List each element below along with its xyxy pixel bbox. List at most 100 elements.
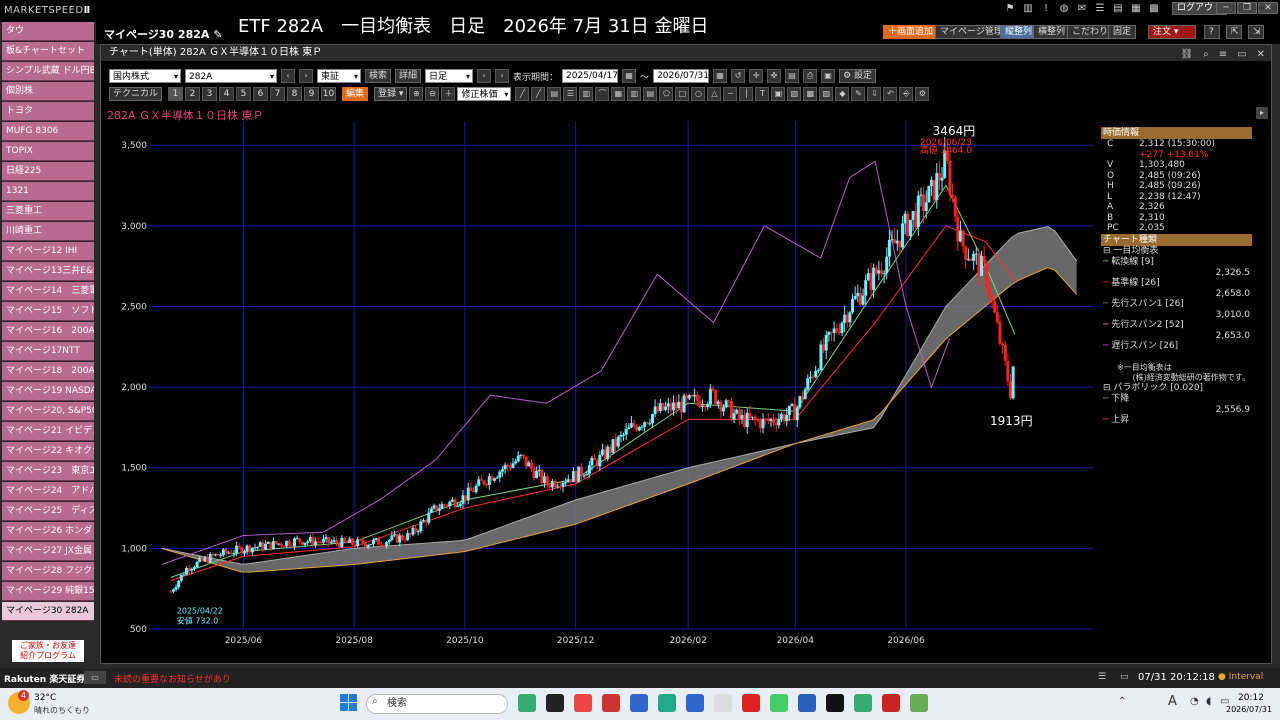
statusbar-toggle-icon[interactable]: ▭ xyxy=(84,671,106,684)
draw-tool-icon[interactable]: ─ xyxy=(723,87,738,101)
globe-icon[interactable]: ◍ xyxy=(1058,3,1070,15)
list-status-icon[interactable]: ☰ xyxy=(1098,672,1106,682)
taskbar-app-icon[interactable] xyxy=(910,694,928,712)
sidebar-item[interactable]: TOPIX xyxy=(2,142,94,161)
tray-chevron-icon[interactable]: ⌃ xyxy=(1118,696,1126,707)
calendar-icon[interactable]: ▦ xyxy=(622,69,637,83)
sidebar-item[interactable]: マイページ26 ホンダ xyxy=(2,522,94,541)
pin-icon[interactable]: ⚑ xyxy=(1004,3,1016,15)
draw-tool-icon[interactable]: T xyxy=(755,87,770,101)
draw-tool-icon[interactable]: ▤ xyxy=(643,87,658,101)
sidebar-item[interactable]: 板&チャートセット xyxy=(2,42,94,61)
grid-icon[interactable]: ▩ xyxy=(1148,3,1160,15)
taskbar-app-icon[interactable] xyxy=(630,694,648,712)
zoom-out-icon[interactable]: ⊖ xyxy=(425,87,440,101)
taskbar-app-icon[interactable] xyxy=(518,694,536,712)
draw-tool-icon[interactable]: ✎ xyxy=(851,87,866,101)
edit-button[interactable]: 編集 xyxy=(342,87,369,101)
collapse-panel-icon[interactable]: ▸ xyxy=(1256,107,1268,119)
parabolic-toggle[interactable]: ⊟ パラボリック [0.020] xyxy=(1101,383,1252,394)
ichimoku-chart[interactable]: 500 1,000 1,500 2,000 2,500 3,000 3,500 2025/06… xyxy=(101,121,1101,661)
order-button[interactable]: 注文 ▾ xyxy=(1148,25,1196,39)
technical-number-button[interactable]: 5 xyxy=(236,87,252,101)
draw-tool-icon[interactable]: ↶ xyxy=(883,87,898,101)
sidebar-item[interactable]: マイページ13三井E&S xyxy=(2,262,94,281)
sidebar-item[interactable]: 川崎重工 xyxy=(2,222,94,241)
technical-number-button[interactable]: 3 xyxy=(202,87,218,101)
crosshair2-icon[interactable]: ✜ xyxy=(767,69,782,83)
close-button[interactable]: ✕ xyxy=(1258,2,1278,14)
sidebar-item[interactable]: タウ xyxy=(2,22,94,41)
settings-button[interactable]: ⚙ 設定 xyxy=(839,69,877,83)
sidebar-item[interactable]: トヨタ xyxy=(2,102,94,121)
restore-button[interactable]: ❐ xyxy=(1237,2,1257,14)
draw-tool-icon[interactable]: ╱ xyxy=(531,87,546,101)
plus-icon[interactable]: ＋ xyxy=(441,87,456,101)
menu-icon[interactable]: ≡ xyxy=(1219,47,1227,63)
sidebar-item[interactable]: マイページ29 純銀15 xyxy=(2,582,94,601)
vertical-align-button[interactable]: 縦整列 xyxy=(1000,25,1038,39)
taskbar-app-icon[interactable] xyxy=(742,694,760,712)
sidebar-item[interactable]: マイページ28 フジクラ xyxy=(2,562,94,581)
windows-start-icon[interactable] xyxy=(340,694,358,712)
kodawari-button[interactable]: こだわり xyxy=(1067,25,1114,39)
register-button[interactable]: 登録 ▾ xyxy=(374,87,408,101)
mail-icon[interactable]: ✉ xyxy=(1076,3,1088,15)
start-date-input[interactable]: 2025/04/17 xyxy=(562,69,619,83)
popout-icon[interactable]: ⇱ xyxy=(1226,25,1242,39)
calendar2-icon[interactable]: ▦ xyxy=(713,69,728,83)
notice-link[interactable]: 未読の重要なお知らせがあり xyxy=(114,672,231,685)
window-status-icon[interactable]: ▭ xyxy=(1120,672,1129,682)
sidebar-item[interactable]: シンプル武蔵 ドル円Bid xyxy=(2,62,94,81)
sidebar-item[interactable]: マイページ14 三菱電 xyxy=(2,282,94,301)
draw-tool-icon[interactable]: ⌒ xyxy=(595,87,610,101)
prev-period-icon[interactable]: ‹ xyxy=(477,69,492,83)
chart-icon[interactable]: ▤ xyxy=(1112,3,1124,15)
draw-tool-icon[interactable]: △ xyxy=(707,87,722,101)
promo-banner[interactable]: ご家族・お友達 紹介プログラム xyxy=(12,640,84,662)
taskbar-app-icon[interactable] xyxy=(714,694,732,712)
sidebar-item[interactable]: マイページ23 東京エレ xyxy=(2,462,94,481)
taskbar-app-icon[interactable] xyxy=(602,694,620,712)
search-button[interactable]: 検索 xyxy=(365,69,392,83)
sidebar-item[interactable]: マイページ20, S&P50 xyxy=(2,402,94,421)
sidebar-item[interactable]: マイページ27 JX金属 xyxy=(2,542,94,561)
close-icon[interactable]: ✕ xyxy=(1257,47,1265,63)
sidebar-item[interactable]: MUFG 8306 xyxy=(2,122,94,141)
draw-tool-icon[interactable]: ▦ xyxy=(611,87,626,101)
draw-tool-icon[interactable]: ▥ xyxy=(627,87,642,101)
sidebar-item[interactable]: マイページ30 282A xyxy=(2,602,94,621)
draw-tool-icon[interactable]: ▣ xyxy=(771,87,786,101)
alert-icon[interactable]: ! xyxy=(1040,3,1052,15)
layout-icon[interactable]: ▥ xyxy=(1022,3,1034,15)
sidebar-item[interactable]: マイページ19 NASDA xyxy=(2,382,94,401)
indicator-row[interactable]: ─ 先行スパン2 [52] xyxy=(1101,320,1252,331)
indicator-row[interactable]: ─ 転換線 [9] xyxy=(1101,257,1252,268)
search-icon[interactable]: ⌕ xyxy=(1203,47,1209,63)
draw-tool-icon[interactable]: ▩ xyxy=(803,87,818,101)
draw-tool-icon[interactable]: ⚙ xyxy=(915,87,930,101)
draw-tool-icon[interactable]: ▥ xyxy=(579,87,594,101)
technical-button[interactable]: テクニカル xyxy=(109,87,163,101)
maximize-icon[interactable]: ▭ xyxy=(1237,47,1246,63)
taskbar-app-icon[interactable] xyxy=(686,694,704,712)
help-icon[interactable]: ? xyxy=(1204,25,1220,39)
adjusted-select[interactable]: 修正株価 xyxy=(457,87,512,102)
end-date-input[interactable]: 2026/07/31 xyxy=(653,69,710,83)
draw-tool-icon[interactable]: ⇩ xyxy=(867,87,882,101)
sidebar-item[interactable]: マイページ25 ディスコ xyxy=(2,502,94,521)
taskbar-app-icon[interactable] xyxy=(546,694,564,712)
sidebar-item[interactable]: マイページ15 ソフトバ xyxy=(2,302,94,321)
draw-tool-icon[interactable]: ╱ xyxy=(515,87,530,101)
sidebar-item[interactable]: 日経225 xyxy=(2,162,94,181)
sidebar-item[interactable]: 三菱重工 xyxy=(2,202,94,221)
print-icon[interactable]: ⎙ xyxy=(803,69,818,83)
indicator-row[interactable]: ─ 基準線 [26] xyxy=(1101,278,1252,289)
period-select[interactable]: 日足 xyxy=(425,69,474,84)
add-screen-button[interactable]: ＋画面追加 xyxy=(883,25,939,39)
sidebar-item[interactable]: マイページ21 イビデン xyxy=(2,422,94,441)
draw-tool-icon[interactable]: ⬠ xyxy=(659,87,674,101)
market-select[interactable]: 国内株式 xyxy=(109,69,181,84)
draw-tool-icon[interactable]: ⎆ xyxy=(899,87,914,101)
draw-tool-icon[interactable]: ▤ xyxy=(547,87,562,101)
